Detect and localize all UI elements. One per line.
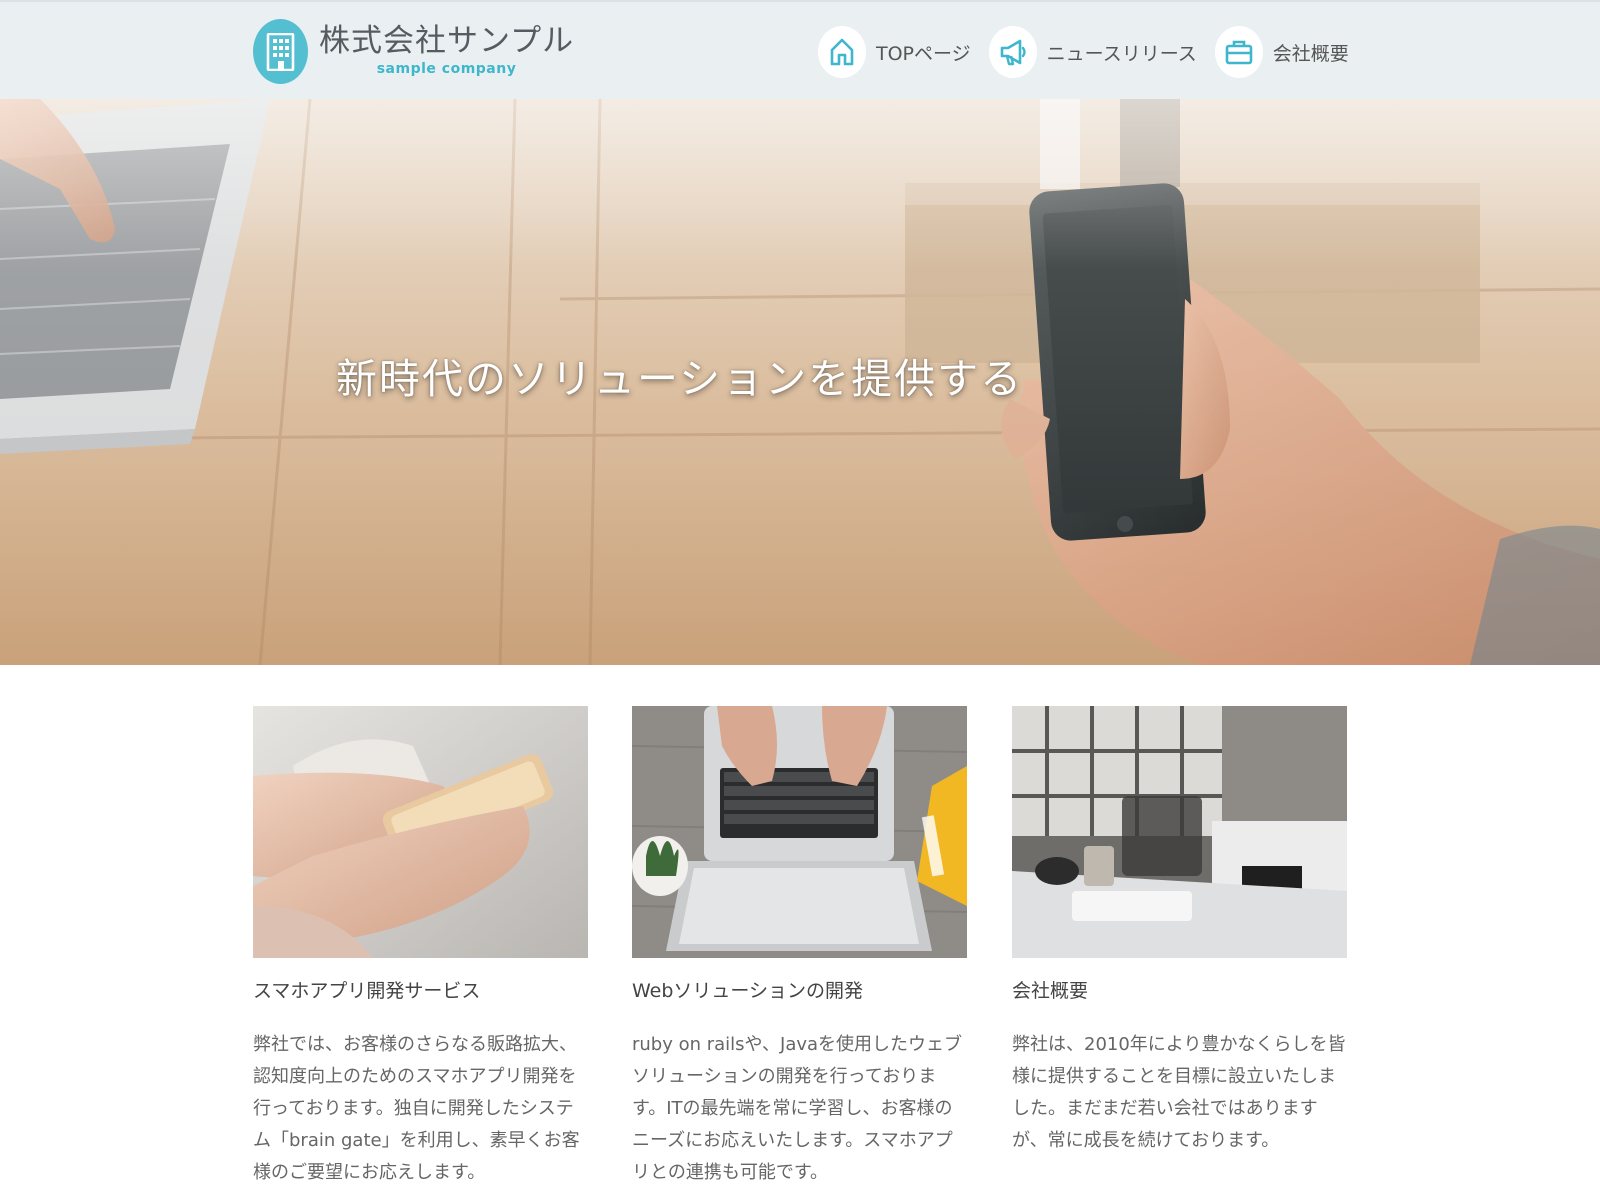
- briefcase-icon: [1214, 26, 1263, 78]
- company-name: 株式会社サンプル: [319, 23, 575, 59]
- card-text-web: ruby on railsや、Javaを使用したウェブソリューションの開発を行っ…: [632, 1034, 963, 1183]
- site-header: 株式会社サンプル sample company TOPページ ニュースリリース: [0, 0, 1600, 99]
- home-icon: [818, 26, 866, 78]
- card-title-web: Webソリューションの開発: [632, 980, 864, 1002]
- hero-banner: 新時代のソリューションを提供する: [0, 99, 1600, 665]
- main-nav: TOPページ ニュースリリース 会社概要: [818, 24, 1367, 80]
- nav-label-top: TOPページ: [876, 42, 971, 65]
- nav-item-company[interactable]: 会社概要: [1214, 26, 1349, 78]
- megaphone-icon: [988, 26, 1037, 78]
- service-card-company: 会社概要 弊社は、2010年により豊かなくらしを皆様に提供することを目標に設立い…: [1012, 706, 1347, 1157]
- nav-item-news[interactable]: ニュースリリース: [988, 26, 1197, 78]
- card-text-app: 弊社では、お客様のさらなる販路拡大、認知度向上のためのスマホアプリ開発を行ってお…: [253, 1034, 580, 1183]
- service-card-web: Webソリューションの開発 ruby on railsや、Javaを使用したウェ…: [632, 706, 967, 1189]
- site-logo[interactable]: 株式会社サンプル sample company: [253, 16, 574, 86]
- card-title-company: 会社概要: [1012, 980, 1089, 1002]
- card-image-laptop[interactable]: [632, 706, 967, 958]
- hero-title: 新時代のソリューションを提供する: [336, 355, 1024, 403]
- card-text-company: 弊社は、2010年により豊かなくらしを皆様に提供することを目標に設立いたしました…: [1012, 1034, 1346, 1151]
- card-image-smartphone[interactable]: [253, 706, 588, 958]
- card-image-office[interactable]: [1012, 706, 1347, 958]
- nav-item-top[interactable]: TOPページ: [818, 26, 971, 78]
- card-title-app: スマホアプリ開発サービス: [253, 980, 481, 1002]
- service-card-app: スマホアプリ開発サービス 弊社では、お客様のさらなる販路拡大、認知度向上のための…: [253, 706, 588, 1189]
- building-icon: [253, 18, 308, 84]
- nav-label-news: ニュースリリース: [1046, 42, 1197, 65]
- nav-label-company: 会社概要: [1272, 42, 1349, 65]
- company-name-en: sample company: [376, 61, 517, 77]
